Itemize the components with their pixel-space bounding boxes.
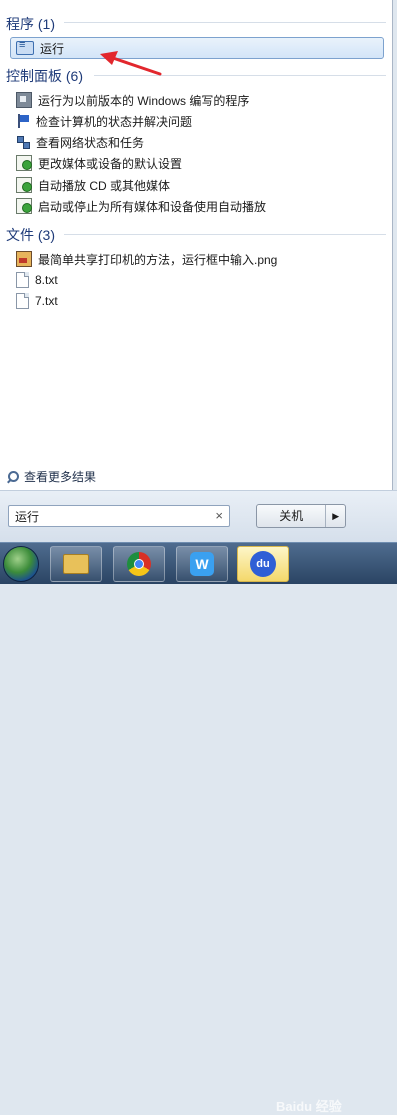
shutdown-options-button[interactable]: ▶ [325,505,345,527]
see-more-label: 查看更多结果 [24,470,97,484]
file-item-png[interactable]: 最简单共享打印机的方法，运行框中输入.png [16,249,277,269]
control-panel-item-label: 查看网络状态和任务 [36,135,145,150]
control-panel-item-media-defaults[interactable]: 更改媒体或设备的默认设置 [16,153,182,173]
section-divider [64,234,386,235]
autoplay-icon [16,155,32,171]
taskbar-baidu-button[interactable]: du [237,546,289,582]
compatibility-icon [16,92,32,108]
text-file-icon [16,293,29,309]
taskbar: W du Baidu 经验 [0,542,397,1114]
control-panel-item-autoplay-toggle[interactable]: 启动或停止为所有媒体和设备使用自动播放 [16,196,266,216]
png-file-icon [16,251,32,267]
program-item-label: 运行 [40,41,65,56]
control-panel-item-label: 检查计算机的状态并解决问题 [36,114,193,129]
see-more-results-link[interactable]: 查看更多结果 [6,468,96,485]
file-item-label: 8.txt [35,273,58,287]
folder-icon [63,554,89,574]
section-divider [64,22,386,23]
start-menu-bottom-bar: × 关机 ▶ [0,490,397,543]
shutdown-split-button: 关机 ▶ [256,504,346,528]
search-input[interactable] [15,509,205,523]
control-panel-item-label: 自动播放 CD 或其他媒体 [38,178,171,193]
baidu-watermark: Baidu 经验 [276,1099,342,1114]
baidu-icon: du [250,551,276,577]
file-item-label: 最简单共享打印机的方法，运行框中输入.png [38,252,278,267]
run-icon [16,39,34,55]
program-item-run[interactable]: 运行 [10,37,384,59]
control-panel-item-check-status[interactable]: 检查计算机的状态并解决问题 [16,111,192,131]
file-item-label: 7.txt [35,294,58,308]
file-item-8-txt[interactable]: 8.txt [16,270,58,290]
wps-icon: W [190,552,214,576]
control-panel-item-label: 更改媒体或设备的默认设置 [38,156,183,171]
control-panel-section-header: 控制面板 (6) [6,68,83,84]
control-panel-item-label: 运行为以前版本的 Windows 编写的程序 [38,93,250,108]
taskbar-explorer-button[interactable] [50,546,102,582]
files-section-header: 文件 (3) [6,227,55,243]
clear-search-button[interactable]: × [215,508,223,523]
chrome-icon [127,552,151,576]
file-item-7-txt[interactable]: 7.txt [16,291,58,311]
control-panel-item-autoplay-cd[interactable]: 自动播放 CD 或其他媒体 [16,175,170,195]
start-button[interactable] [3,546,39,582]
autoplay-icon [16,177,32,193]
search-icon [6,470,19,483]
shutdown-button[interactable]: 关机 [257,505,325,527]
start-menu-results-panel: 程序 (1) 运行 控制面板 (6) 运行为以前版本的 Windows 编写的程… [0,0,393,490]
control-panel-item-network[interactable]: 查看网络状态和任务 [16,132,144,152]
network-icon [16,135,30,149]
control-panel-item-label: 启动或停止为所有媒体和设备使用自动播放 [38,199,267,214]
autoplay-icon [16,198,32,214]
taskbar-chrome-button[interactable] [113,546,165,582]
action-center-flag-icon [16,114,30,128]
programs-section-header: 程序 (1) [6,16,55,32]
search-box[interactable]: × [8,505,230,527]
taskbar-wps-button[interactable]: W [176,546,228,582]
control-panel-item-compatibility[interactable]: 运行为以前版本的 Windows 编写的程序 [16,90,249,110]
text-file-icon [16,272,29,288]
annotation-arrow [100,51,162,76]
